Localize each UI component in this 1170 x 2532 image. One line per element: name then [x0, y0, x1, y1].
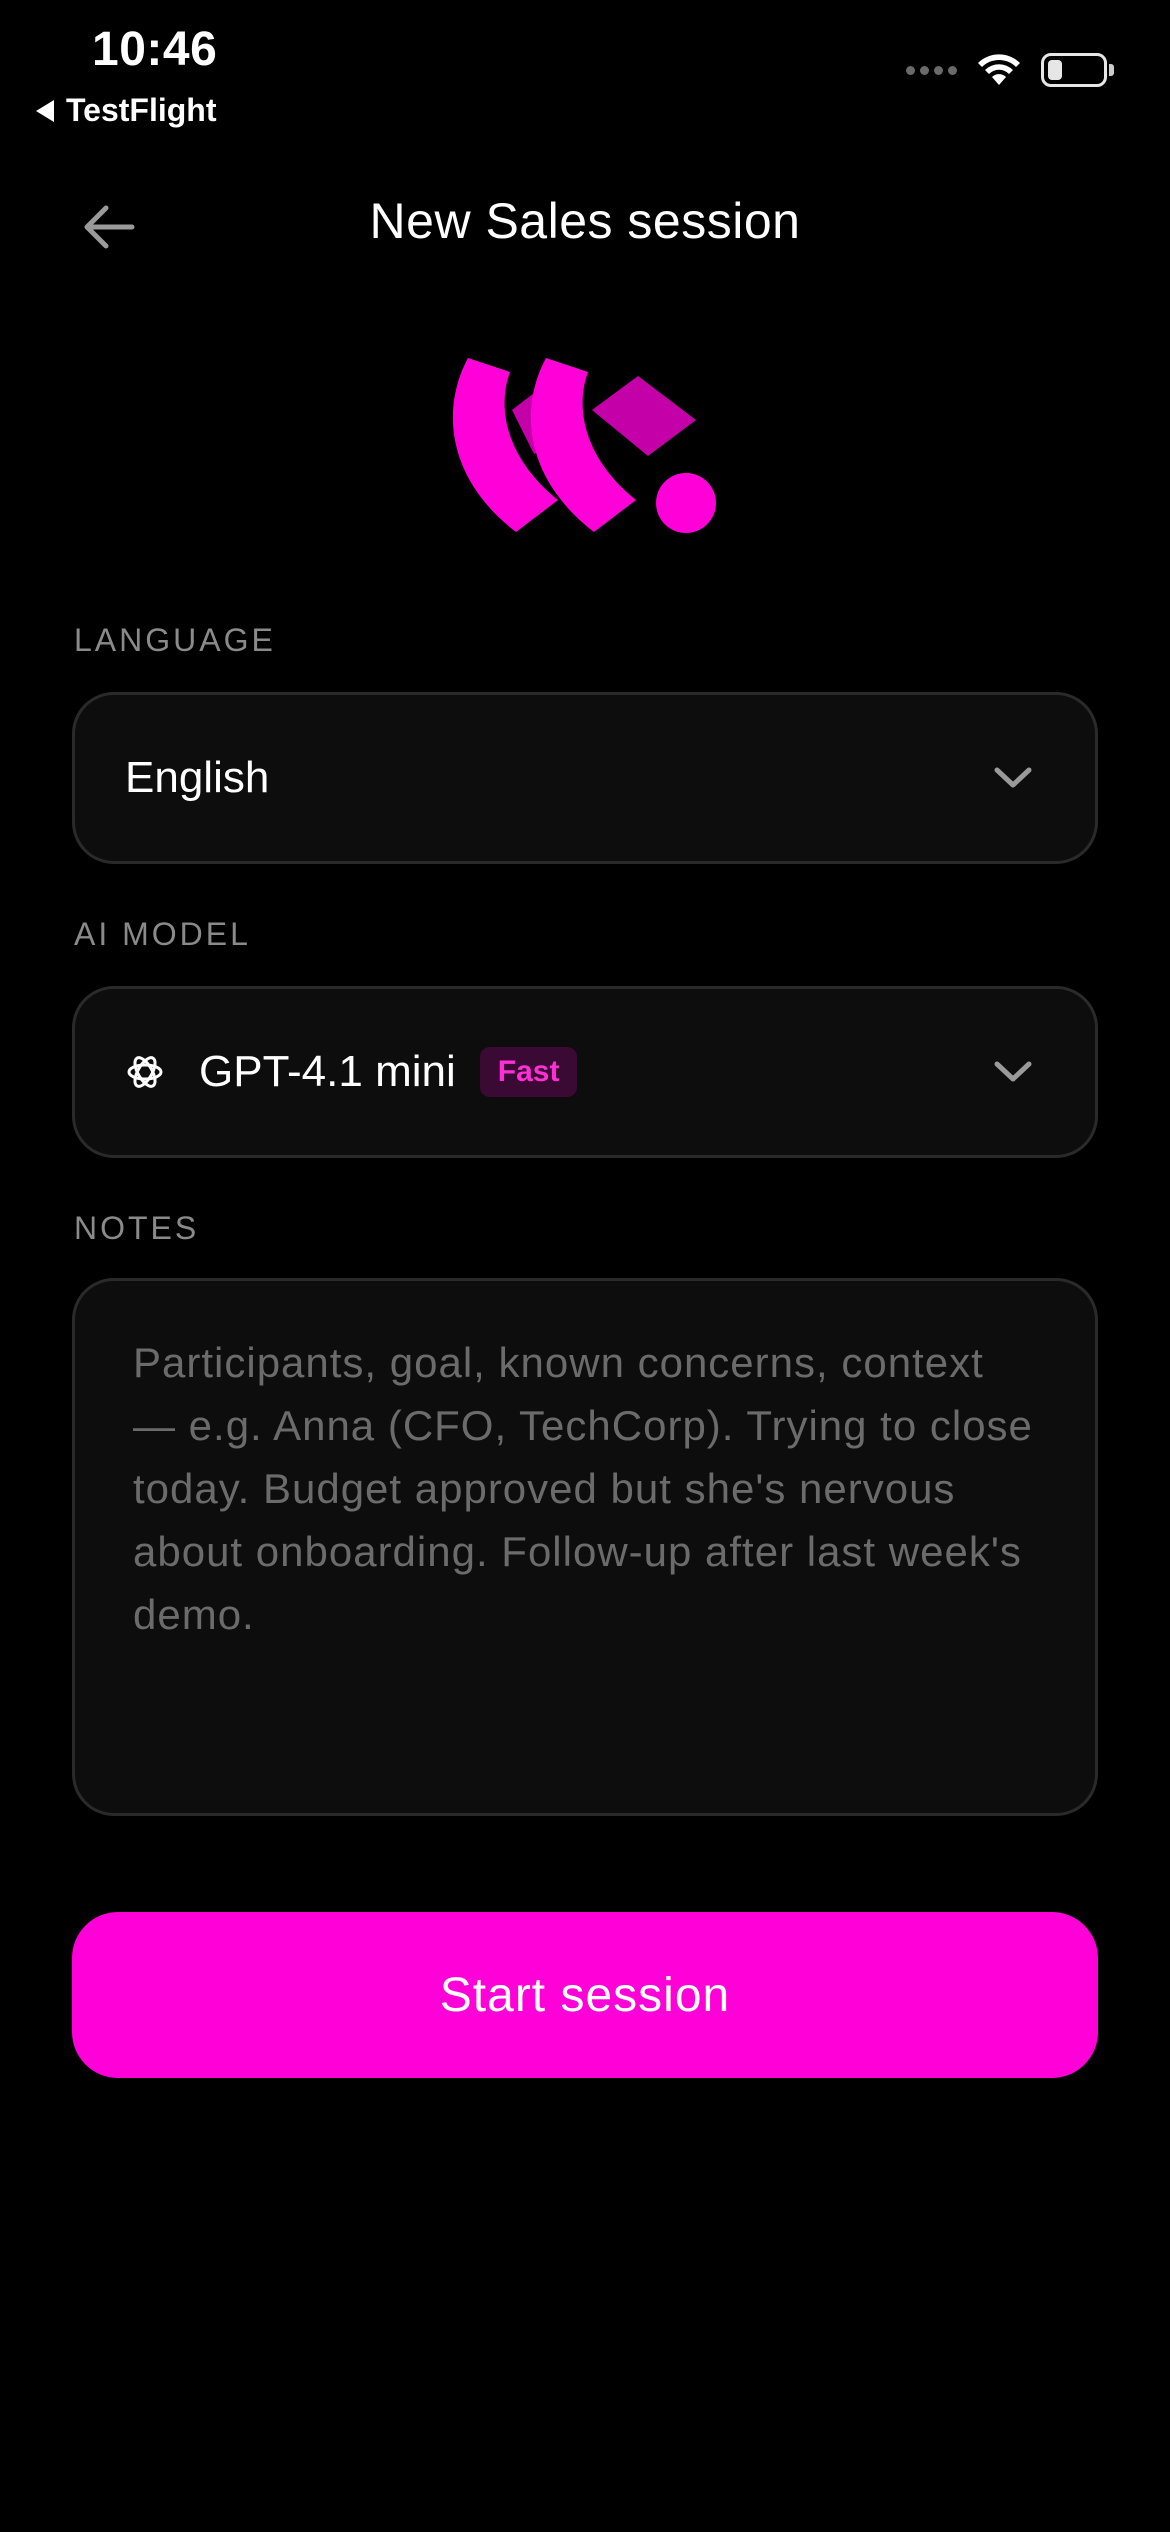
status-indicators: [906, 52, 1114, 88]
wifi-icon: [978, 54, 1020, 85]
notes-textarea[interactable]: [133, 1331, 1037, 1763]
brand-logo: [452, 358, 716, 533]
openai-icon: [125, 1052, 165, 1092]
chevron-down-icon: [991, 756, 1035, 800]
ai-model-select[interactable]: GPT-4.1 mini Fast: [72, 986, 1098, 1158]
ai-model-value: GPT-4.1 mini: [199, 1047, 456, 1096]
notes-field[interactable]: [72, 1278, 1098, 1816]
language-label: LANGUAGE: [74, 622, 276, 658]
language-value: English: [125, 753, 270, 802]
speed-badge: Fast: [479, 1047, 578, 1097]
back-triangle-icon: [36, 99, 54, 122]
ai-model-label: AI MODEL: [74, 916, 251, 952]
page-title: New Sales session: [369, 193, 801, 249]
status-back-to-app[interactable]: TestFlight: [36, 92, 217, 129]
cellular-signal-icon: [906, 65, 957, 75]
chevron-down-icon: [991, 1050, 1035, 1094]
battery-icon: [1041, 53, 1114, 87]
status-back-app-label: TestFlight: [66, 92, 217, 128]
status-time: 10:46: [92, 23, 218, 76]
start-session-button[interactable]: Start session: [72, 1912, 1098, 2078]
notes-label: NOTES: [74, 1210, 200, 1246]
language-select[interactable]: English: [72, 692, 1098, 864]
